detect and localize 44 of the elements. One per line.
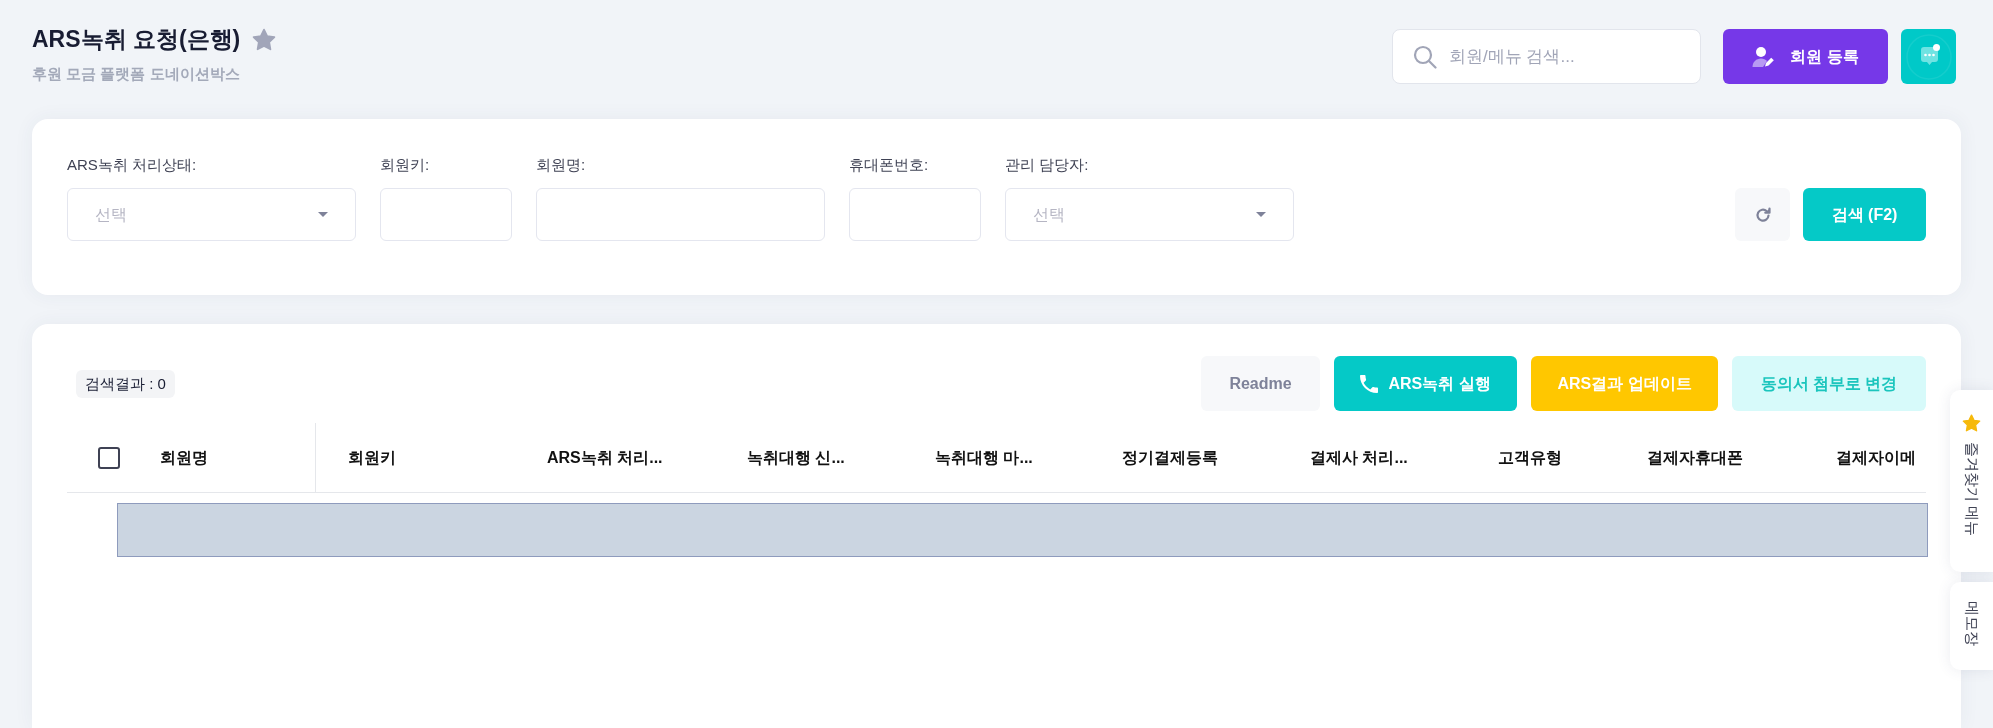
page-title: ARS녹취 요청(은행) (32, 25, 241, 54)
phone-icon (1360, 374, 1379, 393)
chat-button[interactable] (1901, 29, 1956, 84)
consent-attach-button[interactable]: 동의서 첨부로 변경 (1732, 356, 1926, 411)
register-member-button[interactable]: 회원 등록 (1723, 29, 1888, 84)
text-input[interactable] (380, 188, 512, 241)
field-label: ARS녹취 처리상태: (67, 155, 198, 175)
favorites-tab[interactable]: 즐겨찾기 메뉴 (1950, 390, 1993, 572)
reset-button[interactable] (1735, 188, 1790, 241)
caret-down-icon (1256, 212, 1266, 217)
page-subtitle: 후원 모금 플랫폼 도네이션박스 (32, 64, 241, 84)
checkbox[interactable] (98, 446, 120, 469)
column-header: 녹취대행 신... (747, 447, 845, 468)
readme-button[interactable]: Readme (1201, 356, 1320, 411)
column-header: ARS녹취 처리... (547, 447, 663, 468)
star-icon (1962, 414, 1981, 432)
caret-down-icon (318, 212, 328, 217)
field-label: 회원키: (380, 155, 431, 175)
select-dropdown[interactable]: 선택 (1005, 188, 1294, 241)
column-header: 회원키 (348, 447, 396, 468)
star-icon[interactable] (252, 27, 277, 51)
field-label: 관리 담당자: (1005, 155, 1090, 175)
user-edit-icon (1752, 45, 1775, 68)
column-header: 결제자이메 (1836, 447, 1916, 468)
memo-tab[interactable]: 메모장 (1950, 582, 1993, 670)
ars-update-button[interactable]: ARS결과 업데이트 (1531, 356, 1718, 411)
column-header: 정기결제등록 (1122, 447, 1218, 468)
search-icon (1413, 45, 1437, 69)
text-input[interactable] (536, 188, 825, 241)
chat-bubble-icon (1905, 33, 1952, 80)
column-header: 결제사 처리... (1310, 447, 1408, 468)
search-button[interactable]: 검색 (F2) (1803, 188, 1926, 241)
field-label: 회원명: (536, 155, 587, 175)
column-header: 결제자휴대폰 (1647, 447, 1743, 468)
ars-run-button[interactable]: ARS녹취 실행 (1334, 356, 1517, 411)
refresh-icon (1754, 206, 1771, 223)
search-field[interactable]: 회원/메뉴 검색... (1392, 29, 1701, 84)
field-label: 휴대폰번호: (849, 155, 930, 175)
column-header: 회원명 (160, 447, 208, 468)
column-header: 녹취대행 마... (935, 447, 1033, 468)
result-count-badge: 검색결과 : 0 (76, 369, 175, 398)
text-input[interactable] (849, 188, 981, 241)
select-dropdown[interactable]: 선택 (67, 188, 356, 241)
column-header: 고객유형 (1498, 447, 1562, 468)
